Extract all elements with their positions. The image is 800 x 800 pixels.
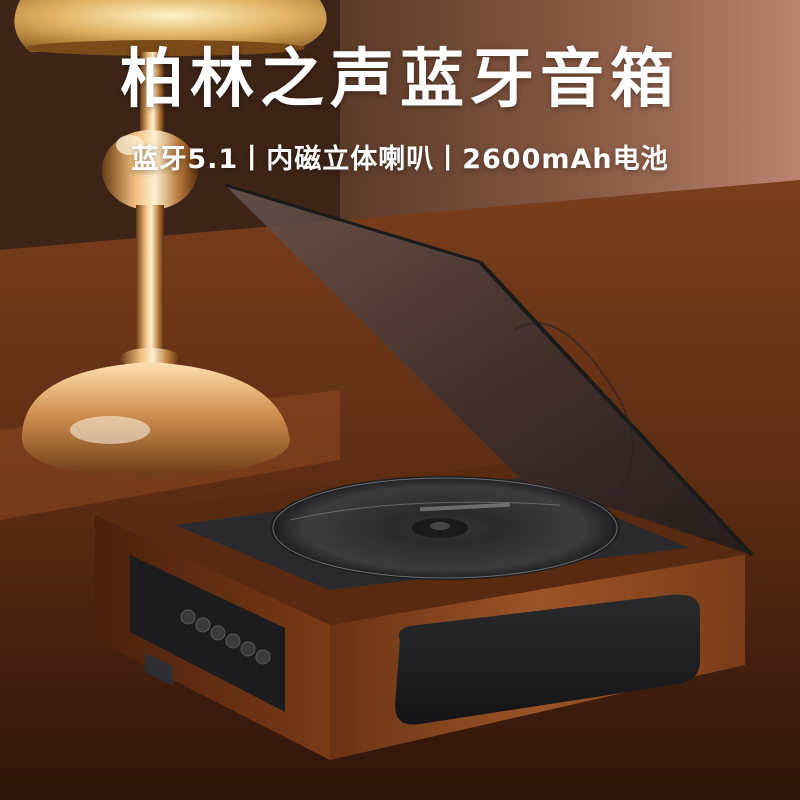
control-button[interactable] [210,625,226,641]
control-button[interactable] [240,641,256,657]
control-button[interactable] [255,649,271,665]
scene-illustration [0,0,800,800]
control-button[interactable] [180,609,196,625]
product-photo: 柏林之声蓝牙音箱 蓝牙5.1丨内磁立体喇叭丨2600mAh电池 [0,0,800,800]
control-button[interactable] [195,617,211,633]
control-button[interactable] [225,633,241,649]
product-feature-line: 蓝牙5.1丨内磁立体喇叭丨2600mAh电池 [131,144,669,175]
product-title: 柏林之声蓝牙音箱 [120,43,680,117]
